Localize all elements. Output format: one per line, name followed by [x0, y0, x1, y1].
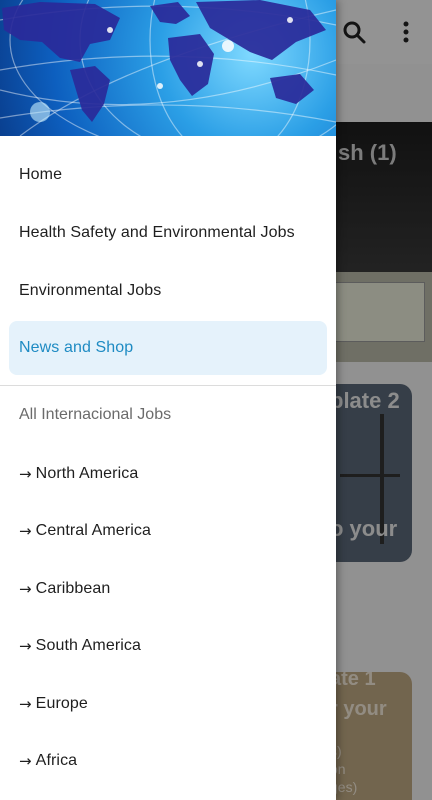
menu-item-label: North America	[35, 465, 139, 482]
menu-item-label: Caribbean	[35, 580, 111, 597]
menu-item-africa[interactable]: → Africa	[9, 734, 327, 788]
menu-item-environmental-jobs[interactable]: Environmental Jobs	[9, 264, 327, 318]
menu-item-north-america[interactable]: → North America	[9, 447, 327, 501]
section-label-international-jobs: All Internacional Jobs	[19, 406, 172, 423]
menu-item-caribbean[interactable]: → Caribbean	[9, 562, 327, 616]
menu-item-health-safety-environmental-jobs[interactable]: Health Safety and Environmental Jobs	[9, 206, 327, 260]
arrow-right-icon: →	[19, 522, 32, 540]
arrow-right-icon: →	[19, 637, 32, 655]
arrow-right-icon: →	[19, 695, 32, 713]
menu-item-home[interactable]: Home	[9, 148, 327, 202]
menu-item-label: Europe	[35, 695, 88, 712]
menu-item-label: News and Shop	[19, 339, 134, 356]
menu-item-label: Central America	[35, 522, 151, 539]
menu-item-central-america[interactable]: → Central America	[9, 504, 327, 558]
arrow-right-icon: →	[19, 580, 32, 598]
arrow-right-icon: →	[19, 752, 32, 770]
menu-item-label: Africa	[35, 752, 78, 769]
navigation-drawer: Home Health Safety and Environmental Job…	[0, 0, 336, 800]
menu-item-label: Health Safety and Environmental Jobs	[19, 224, 295, 241]
arrow-right-icon: →	[19, 465, 32, 483]
menu-item-europe[interactable]: → Europe	[9, 677, 327, 731]
menu-item-label: Environmental Jobs	[19, 282, 162, 299]
menu-item-south-america[interactable]: → South America	[9, 619, 327, 673]
menu-item-label: Home	[19, 166, 63, 183]
menu-divider	[0, 385, 336, 386]
menu-item-label: South America	[35, 637, 142, 654]
drawer-header-globe-image	[0, 0, 336, 136]
globe-icon	[0, 0, 336, 136]
menu-item-news-and-shop[interactable]: News and Shop	[9, 321, 327, 375]
